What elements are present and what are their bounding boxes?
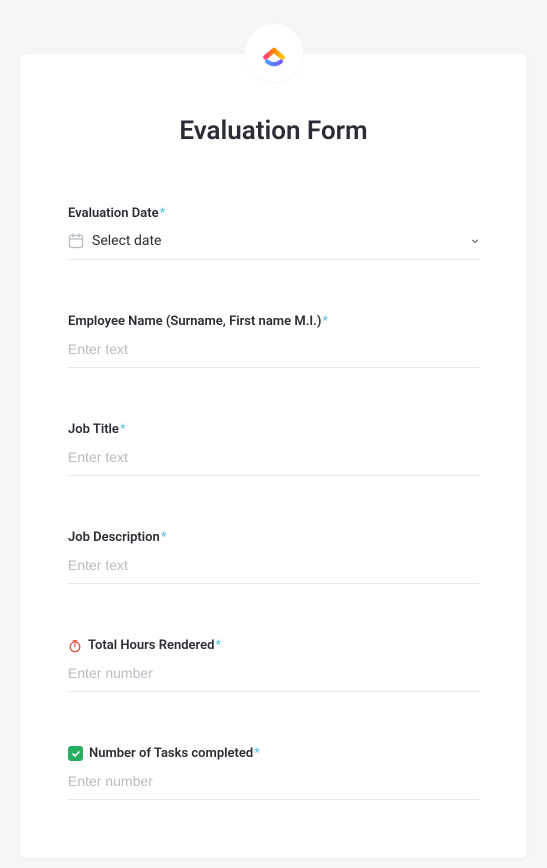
- checkbox-icon: [68, 746, 83, 761]
- field-tasks-completed: Number of Tasks completed *: [68, 746, 479, 800]
- required-mark: *: [160, 206, 166, 221]
- date-placeholder-text: Select date: [92, 233, 463, 249]
- clickup-logo-icon: [260, 39, 288, 67]
- date-picker[interactable]: Select date: [68, 233, 479, 260]
- label-text: Job Title: [68, 422, 119, 437]
- field-job-description: Job Description *: [68, 530, 479, 584]
- label-text: Job Description: [68, 530, 160, 545]
- required-mark: *: [215, 638, 221, 653]
- label-text: Evaluation Date: [68, 206, 159, 221]
- field-job-title: Job Title *: [68, 422, 479, 476]
- field-employee-name: Employee Name (Surname, First name M.I.)…: [68, 314, 479, 368]
- label-job-description: Job Description *: [68, 530, 479, 545]
- label-tasks-completed: Number of Tasks completed *: [68, 746, 479, 761]
- label-job-title: Job Title *: [68, 422, 479, 437]
- label-evaluation-date: Evaluation Date *: [68, 206, 479, 221]
- label-text: Total Hours Rendered: [88, 638, 214, 653]
- employee-name-input[interactable]: [68, 341, 479, 357]
- required-mark: *: [322, 314, 328, 329]
- job-description-input[interactable]: [68, 557, 479, 573]
- field-evaluation-date: Evaluation Date * Select date: [68, 206, 479, 260]
- total-hours-input[interactable]: [68, 665, 479, 681]
- form-title: Evaluation Form: [68, 116, 479, 146]
- required-mark: *: [161, 530, 167, 545]
- tasks-completed-input[interactable]: [68, 773, 479, 789]
- form-card: Evaluation Form Evaluation Date * Select…: [20, 54, 527, 858]
- field-total-hours: Total Hours Rendered *: [68, 638, 479, 692]
- label-employee-name: Employee Name (Surname, First name M.I.)…: [68, 314, 479, 329]
- label-text: Employee Name (Surname, First name M.I.): [68, 314, 321, 329]
- calendar-icon: [68, 233, 84, 249]
- job-title-input[interactable]: [68, 449, 479, 465]
- required-mark: *: [120, 422, 126, 437]
- chevron-down-icon: [471, 237, 479, 245]
- stopwatch-icon: [68, 639, 82, 653]
- label-total-hours: Total Hours Rendered *: [68, 638, 479, 653]
- label-text: Number of Tasks completed: [89, 746, 253, 761]
- required-mark: *: [254, 746, 260, 761]
- logo-badge: [245, 24, 303, 82]
